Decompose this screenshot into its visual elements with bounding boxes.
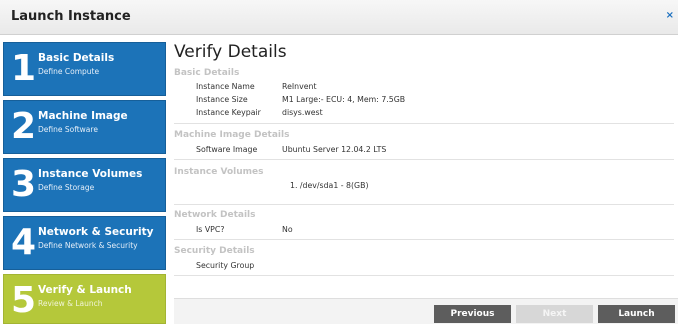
detail-value: Ubuntu Server 12.04.2 LTS xyxy=(282,145,387,154)
next-button[interactable]: Next xyxy=(516,305,593,323)
step-sublabel: Review & Launch xyxy=(38,299,103,308)
section-title-volumes: Instance Volumes xyxy=(174,167,264,177)
step-instance-volumes[interactable]: 3 Instance Volumes Define Storage xyxy=(3,158,166,212)
section-title-image: Machine Image Details xyxy=(174,130,290,140)
previous-button[interactable]: Previous xyxy=(434,305,511,323)
detail-value: M1 Large:- ECU: 4, Mem: 7.5GB xyxy=(282,95,406,104)
dialog-title-bar: Launch Instance × xyxy=(0,0,678,35)
detail-key: Instance Keypair xyxy=(196,108,261,117)
step-sublabel: Define Network & Security xyxy=(38,241,138,250)
section-title-network: Network Details xyxy=(174,210,256,220)
step-sublabel: Define Compute xyxy=(38,67,100,76)
step-verify-launch[interactable]: 5 Verify & Launch Review & Launch xyxy=(3,274,166,324)
volume-entry: 1. /dev/sda1 - 8(GB) xyxy=(290,181,369,190)
step-number: 2 xyxy=(11,106,37,147)
section-divider xyxy=(174,239,674,240)
detail-key: Is VPC? xyxy=(196,225,225,234)
step-label: Verify & Launch xyxy=(38,284,132,296)
detail-key: Security Group xyxy=(196,261,255,270)
step-machine-image[interactable]: 2 Machine Image Define Software xyxy=(3,100,166,154)
step-label: Network & Security xyxy=(38,226,154,238)
dialog-title: Launch Instance xyxy=(11,9,131,24)
step-network-security[interactable]: 4 Network & Security Define Network & Se… xyxy=(3,216,166,270)
section-title-basic: Basic Details xyxy=(174,68,240,78)
step-label: Basic Details xyxy=(38,52,115,64)
section-divider xyxy=(174,204,674,205)
detail-key: Software Image xyxy=(196,145,258,154)
launch-button[interactable]: Launch xyxy=(598,305,675,323)
section-divider xyxy=(174,159,674,160)
step-number: 1 xyxy=(11,48,37,89)
step-number: 5 xyxy=(11,280,37,321)
step-number: 3 xyxy=(11,164,37,205)
section-divider xyxy=(174,123,674,124)
close-icon[interactable]: × xyxy=(666,10,674,21)
step-sublabel: Define Software xyxy=(38,125,98,134)
page-title: Verify Details xyxy=(174,42,287,62)
detail-key: Instance Size xyxy=(196,95,248,104)
section-title-security: Security Details xyxy=(174,246,255,256)
detail-value: ReInvent xyxy=(282,82,317,91)
step-sublabel: Define Storage xyxy=(38,183,95,192)
detail-value: No xyxy=(282,225,293,234)
step-label: Machine Image xyxy=(38,110,128,122)
section-divider xyxy=(174,275,674,276)
step-basic-details[interactable]: 1 Basic Details Define Compute xyxy=(3,42,166,96)
detail-key: Instance Name xyxy=(196,82,255,91)
detail-value: disys.west xyxy=(282,108,323,117)
step-label: Instance Volumes xyxy=(38,168,143,180)
step-number: 4 xyxy=(11,222,37,263)
